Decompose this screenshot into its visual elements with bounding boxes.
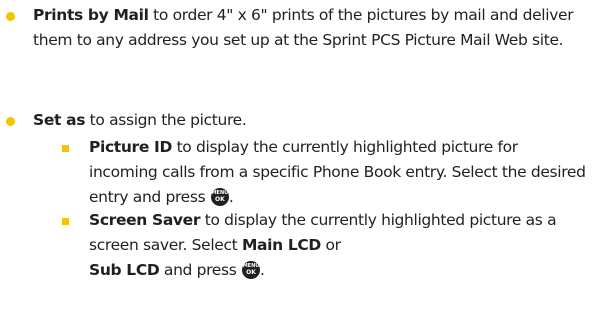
sub-item-screen-saver: Screen Saver to display the currently hi… (89, 211, 557, 279)
menu-ok-key-icon: MENU OK (210, 188, 229, 206)
option-main-lcd: Main LCD (241, 236, 321, 254)
term-picture-id: Picture ID (89, 138, 172, 156)
sub-bullet-square (62, 145, 69, 152)
term-set-as: Set as (33, 111, 86, 129)
sub-item-picture-id: Picture ID to display the currently high… (89, 138, 586, 206)
list-item-prints-by-mail: Prints by Mail to order 4" x 6" prints o… (33, 3, 578, 53)
list-item-set-as: Set as to assign the picture. (33, 108, 578, 133)
term-prints-by-mail: Prints by Mail (33, 6, 149, 24)
term-screen-saver: Screen Saver (89, 211, 201, 229)
option-sub-lcd: Sub LCD (89, 261, 160, 279)
bullet-dot (6, 12, 15, 21)
bullet-dot (6, 117, 15, 126)
desc-set-as: to assign the picture. (85, 111, 247, 129)
sub-bullet-square (62, 218, 69, 225)
manual-page: Prints by Mail to order 4" x 6" prints o… (0, 0, 592, 310)
menu-ok-key-icon: MENU OK (242, 261, 261, 279)
